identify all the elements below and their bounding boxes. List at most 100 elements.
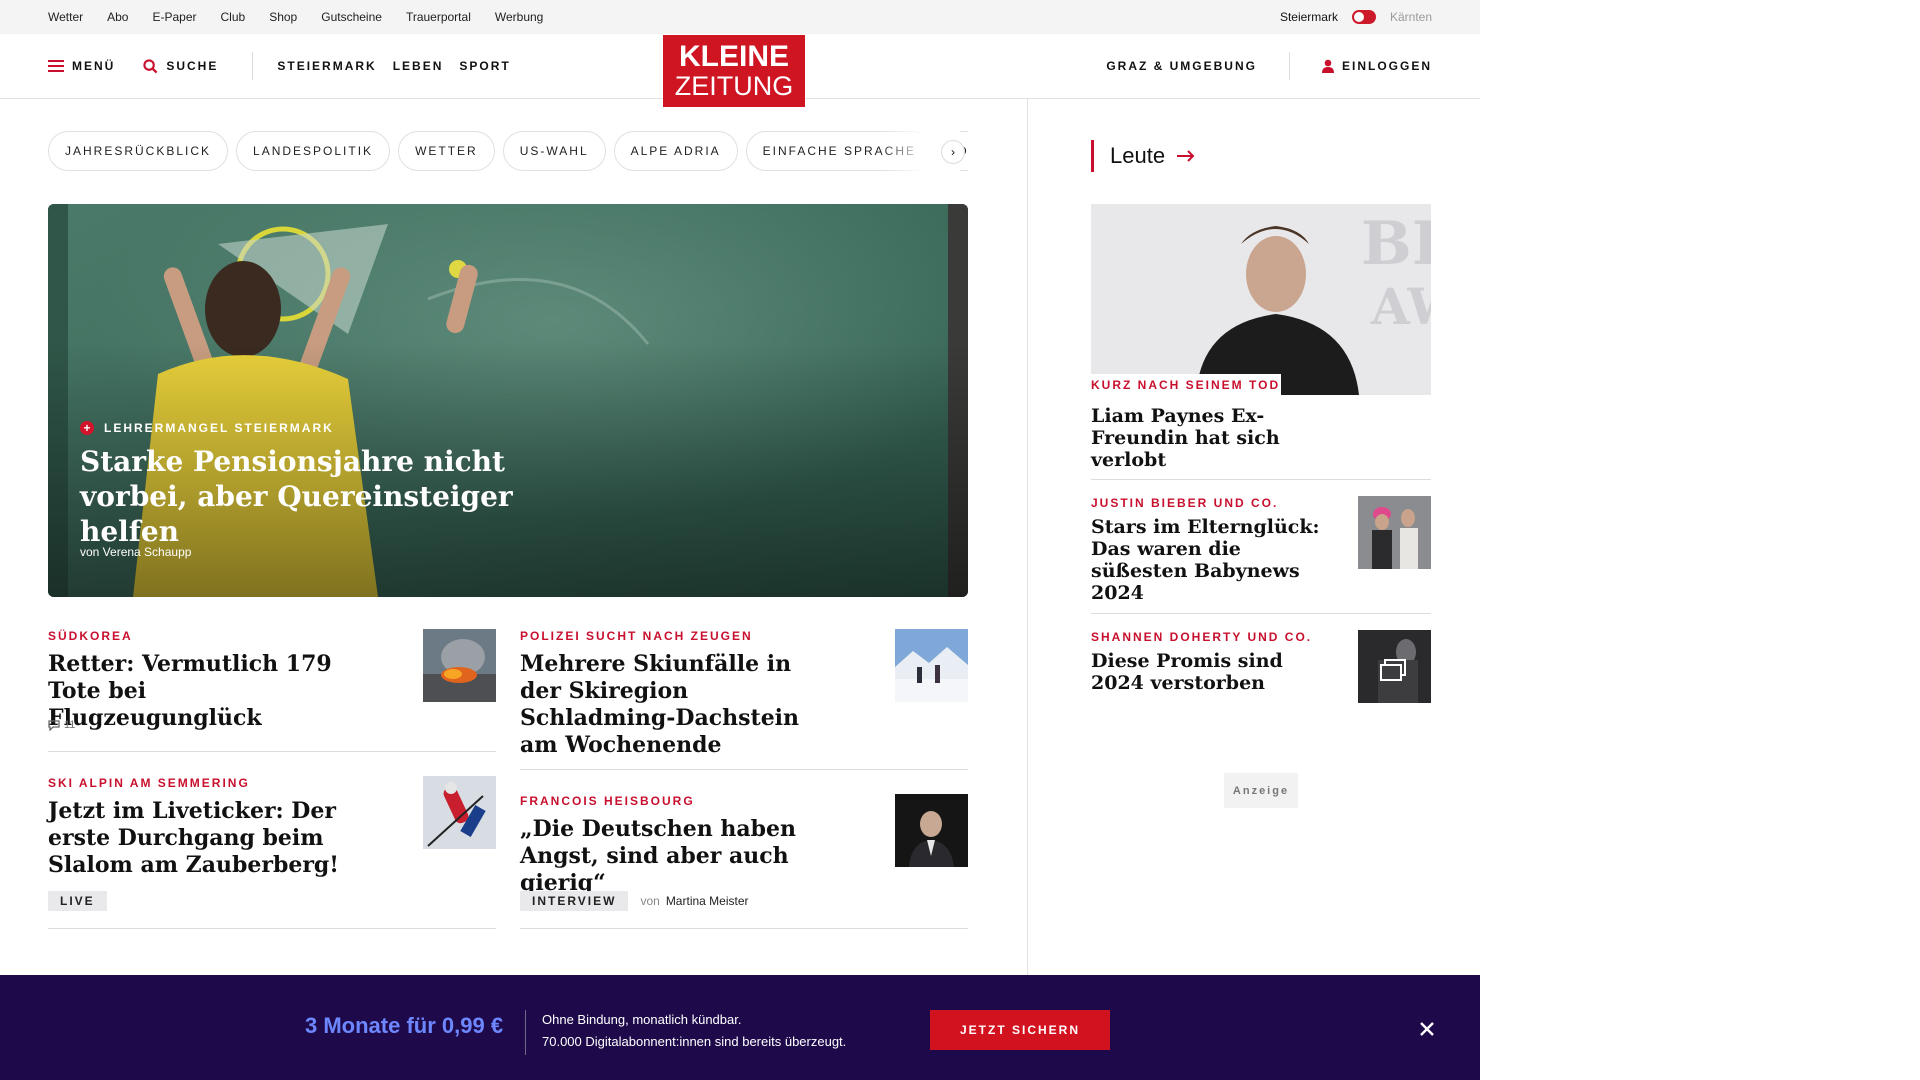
article-semmering[interactable]: Ski Alpin am Semmering Jetzt im Livetick… [48,776,348,879]
tag-wetter[interactable]: Wetter [398,131,495,171]
tag-alpe-adria[interactable]: Alpe Adria [613,131,738,171]
top-link-club[interactable]: Club [221,10,246,24]
thumb-ski-region-image [895,629,968,702]
hero-kicker: + Lehrermangel Steiermark [80,421,334,435]
kicker-text: Shannen Doherty und Co. [1091,630,1313,644]
hero-kicker-text: Lehrermangel Steiermark [104,421,334,435]
article-title[interactable]: Retter: Vermutlich 179 Tote bei Flugzeug… [48,651,348,732]
header-left: Menü Suche Steiermark Leben Sport [48,34,511,98]
interview-badge: Interview [520,891,629,911]
ad-label: Anzeige [1224,773,1298,808]
nav-leben[interactable]: Leben [393,59,444,73]
leute-main-title[interactable]: Liam Paynes Ex-Freundin hat sich verlobt [1091,405,1351,471]
top-link-gutscheine[interactable]: Gutscheine [321,10,382,24]
leute-main-image[interactable]: BI AWA [1091,204,1431,395]
menu-label: Menü [72,59,116,73]
divider [48,751,496,752]
tag-landespolitik[interactable]: Landespolitik [236,131,391,171]
thumb-doherty[interactable] [1358,630,1431,703]
logo-line-2: ZEITUNG [674,71,794,101]
kleine-zeitung-logo[interactable]: KLEINE ZEITUNG [663,35,805,107]
login-label: Einloggen [1341,59,1432,73]
region-toggle[interactable] [1351,10,1376,24]
column-divider [1027,98,1028,975]
tag-us-wahl[interactable]: US-Wahl [502,131,606,171]
article-title[interactable]: „Die Deutschen haben Angst, sind aber au… [520,816,850,897]
interview-meta: Interview von Martina Meister [520,891,749,911]
live-badge-wrap: Live [48,891,107,911]
close-icon[interactable] [1416,1018,1438,1040]
region-kaernten[interactable]: Kärnten [1390,10,1432,24]
chevron-right-icon: › [951,145,955,159]
top-link-wetter[interactable]: Wetter [48,10,83,24]
arrow-right-icon [1177,150,1195,162]
divider [1091,613,1431,614]
region-steiermark[interactable]: Steiermark [1280,10,1338,24]
promo-line-1: Ohne Bindung, monatlich kündbar. [542,1012,742,1027]
promo-cta-button[interactable]: Jetzt sichern [930,1010,1110,1050]
logo-line-1: KLEINE [678,40,789,73]
hero-title[interactable]: Starke Pensionsjahre nicht vorbei, aber … [80,444,600,549]
promo-line-2: 70.000 Digitalabonnent:innen sind bereit… [542,1034,847,1049]
user-icon [1321,59,1334,73]
item-title[interactable]: Diese Promis sind 2024 verstorben [1091,650,1321,694]
kicker-text: Justin Bieber und Co. [1091,496,1279,510]
promo-divider [525,1010,526,1055]
subscription-banner: 3 Monate für 0,99 € Ohne Bindung, monatl… [0,975,1480,1080]
hero-author: von Verena Schaupp [80,545,192,559]
liam-payne-image: BI AWA [1091,204,1431,395]
header-divider-right [1288,52,1290,80]
thumb-slalom-image [423,776,496,849]
svg-text:AWA: AWA [1370,277,1431,336]
svg-text:BI: BI [1361,209,1431,279]
tag-jahresrueckblick[interactable]: Jahresrückblick [48,131,229,171]
login-button[interactable]: Einloggen [1321,59,1432,73]
main-nav: Steiermark Leben Sport [277,59,510,73]
comment-count-value: 11 [64,719,76,731]
search-icon [143,58,158,73]
top-link-epaper[interactable]: E-Paper [152,10,196,24]
article-kicker: Ski Alpin am Semmering [48,776,250,790]
page: Wetter Abo E-Paper Club Shop Gutscheine … [0,0,1480,1080]
plus-icon: + [80,421,94,435]
item-title[interactable]: Stars im Elternglück: Das waren die süße… [1091,516,1321,604]
header-right: Graz & Umgebung Einloggen [1106,34,1432,98]
region-link[interactable]: Graz & Umgebung [1106,59,1257,73]
top-bar: Wetter Abo E-Paper Club Shop Gutscheine … [0,0,1480,34]
article-title[interactable]: Jetzt im Liveticker: Der erste Durchgang… [48,798,348,879]
thumb-slalom[interactable] [423,776,496,849]
article-interview[interactable]: Francois Heisbourg „Die Deutschen haben … [520,794,850,897]
article-suedkorea[interactable]: Südkorea Retter: Vermutlich 179 Tote bei… [48,629,348,732]
leute-item-bieber[interactable]: Justin Bieber und Co. Stars im Elternglü… [1091,496,1321,604]
tags-next-button[interactable]: › [941,140,965,164]
hero-article[interactable]: + Lehrermangel Steiermark Starke Pension… [48,204,968,597]
region-switch: Steiermark Kärnten [1280,0,1432,34]
divider [1091,479,1431,480]
hamburger-icon [48,60,64,72]
search-button[interactable]: Suche [143,58,219,74]
leute-main-kicker: Kurz nach seinem Tod [1091,374,1281,395]
author-prefix: von [640,894,660,908]
nav-sport[interactable]: Sport [459,59,510,73]
thumb-ski-region[interactable] [895,629,968,702]
top-link-abo[interactable]: Abo [107,10,128,24]
comment-count[interactable]: 11 [48,719,75,731]
article-kicker: Francois Heisbourg [520,794,695,808]
thumb-bieber[interactable] [1358,496,1431,569]
article-title[interactable]: Mehrere Skiunfälle in der Skiregion Schl… [520,651,830,759]
top-link-trauerportal[interactable]: Trauerportal [406,10,471,24]
leute-item-doherty[interactable]: Shannen Doherty und Co. Diese Promis sin… [1091,630,1321,694]
top-link-shop[interactable]: Shop [269,10,297,24]
author-name[interactable]: Martina Meister [666,894,749,908]
nav-steiermark[interactable]: Steiermark [277,59,376,73]
header: Menü Suche Steiermark Leben Sport KLEINE… [0,34,1480,107]
leute-title: Leute [1110,143,1166,168]
article-skiunfaelle[interactable]: Polizei sucht nach Zeugen Mehrere Skiunf… [520,629,830,759]
thumb-doherty-image [1358,630,1431,703]
menu-button[interactable]: Menü [48,59,115,73]
top-link-werbung[interactable]: Werbung [495,10,543,24]
thumb-plane-crash[interactable] [423,629,496,702]
search-label: Suche [166,59,219,73]
thumb-heisbourg[interactable] [895,794,968,867]
leute-section-title[interactable]: Leute [1091,140,1195,172]
